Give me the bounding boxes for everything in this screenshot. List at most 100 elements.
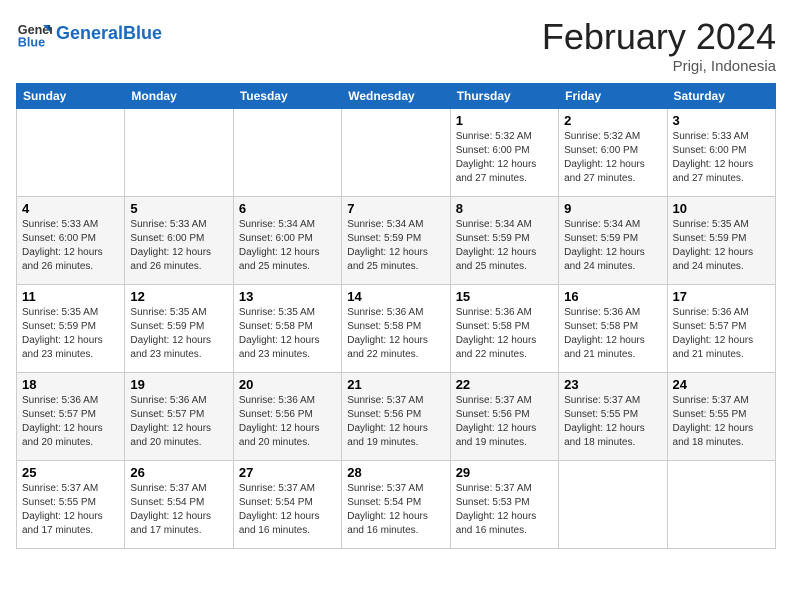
day-number: 10 <box>673 201 770 216</box>
calendar-table: SundayMondayTuesdayWednesdayThursdayFrid… <box>16 83 776 549</box>
calendar-cell: 29Sunrise: 5:37 AM Sunset: 5:53 PM Dayli… <box>450 461 558 549</box>
days-of-week-row: SundayMondayTuesdayWednesdayThursdayFrid… <box>17 84 776 109</box>
calendar-subtitle: Prigi, Indonesia <box>542 58 776 75</box>
calendar-cell: 11 Sunrise: 5:35 AM Sunset: 5:59 PM Dayli… <box>17 285 125 373</box>
day-number: 18 <box>22 377 119 392</box>
day-number: 21 <box>347 377 444 392</box>
calendar-cell: 3 Sunrise: 5:33 AM Sunset: 6:00 PM Daylig… <box>667 109 775 197</box>
day-info: Sunrise: 5:35 AM Sunset: 5:59 PM Dayligh… <box>673 218 770 274</box>
day-number: 7 <box>347 201 444 216</box>
day-number: 28 <box>347 465 444 480</box>
svg-text:Blue: Blue <box>18 36 45 50</box>
calendar-cell: 15 Sunrise: 5:36 AM Sunset: 5:58 PM Dayli… <box>450 285 558 373</box>
calendar-cell <box>17 109 125 197</box>
calendar-cell: 1Sunrise: 5:32 AM Sunset: 6:00 PM Daylig… <box>450 109 558 197</box>
calendar-cell: 10 Sunrise: 5:35 AM Sunset: 5:59 PM Dayli… <box>667 197 775 285</box>
calendar-cell <box>559 461 667 549</box>
day-info: Sunrise: 5:36 AM Sunset: 5:58 PM Dayligh… <box>347 306 444 362</box>
dow-header: Thursday <box>450 84 558 109</box>
calendar-week-row: 11 Sunrise: 5:35 AM Sunset: 5:59 PM Dayli… <box>17 285 776 373</box>
day-number: 26 <box>130 465 227 480</box>
day-info: Sunrise: 5:37 AM Sunset: 5:56 PM Dayligh… <box>347 394 444 450</box>
day-info: Sunrise: 5:34 AM Sunset: 5:59 PM Dayligh… <box>564 218 661 274</box>
day-info: Sunrise: 5:32 AM Sunset: 6:00 PM Dayligh… <box>456 130 553 186</box>
day-info: Sunrise: 5:36 AM Sunset: 5:57 PM Dayligh… <box>22 394 119 450</box>
calendar-cell: 6 Sunrise: 5:34 AM Sunset: 6:00 PM Daylig… <box>233 197 341 285</box>
calendar-week-row: 18 Sunrise: 5:36 AM Sunset: 5:57 PM Dayli… <box>17 373 776 461</box>
logo-text: GeneralBlue <box>56 24 162 44</box>
day-number: 19 <box>130 377 227 392</box>
day-number: 16 <box>564 289 661 304</box>
day-number: 14 <box>347 289 444 304</box>
day-info: Sunrise: 5:34 AM Sunset: 6:00 PM Dayligh… <box>239 218 336 274</box>
page-header: General Blue GeneralBlue February 2024 P… <box>16 16 776 75</box>
day-info: Sunrise: 5:32 AM Sunset: 6:00 PM Dayligh… <box>564 130 661 186</box>
calendar-cell: 18 Sunrise: 5:36 AM Sunset: 5:57 PM Dayli… <box>17 373 125 461</box>
day-info: Sunrise: 5:36 AM Sunset: 5:57 PM Dayligh… <box>130 394 227 450</box>
calendar-cell: 26 Sunrise: 5:37 AM Sunset: 5:54 PM Dayli… <box>125 461 233 549</box>
day-number: 11 <box>22 289 119 304</box>
day-info: Sunrise: 5:37 AM Sunset: 5:54 PM Dayligh… <box>130 482 227 538</box>
calendar-cell: 17 Sunrise: 5:36 AM Sunset: 5:57 PM Dayli… <box>667 285 775 373</box>
calendar-cell: 16Sunrise: 5:36 AM Sunset: 5:58 PM Dayli… <box>559 285 667 373</box>
day-number: 2 <box>564 113 661 128</box>
calendar-cell: 12Sunrise: 5:35 AM Sunset: 5:59 PM Dayli… <box>125 285 233 373</box>
calendar-cell <box>667 461 775 549</box>
day-info: Sunrise: 5:37 AM Sunset: 5:54 PM Dayligh… <box>347 482 444 538</box>
day-number: 13 <box>239 289 336 304</box>
calendar-cell: 21 Sunrise: 5:37 AM Sunset: 5:56 PM Dayli… <box>342 373 450 461</box>
calendar-cell: 7 Sunrise: 5:34 AM Sunset: 5:59 PM Daylig… <box>342 197 450 285</box>
day-info: Sunrise: 5:37 AM Sunset: 5:55 PM Dayligh… <box>564 394 661 450</box>
day-info: Sunrise: 5:33 AM Sunset: 6:00 PM Dayligh… <box>22 218 119 274</box>
day-info: Sunrise: 5:36 AM Sunset: 5:57 PM Dayligh… <box>673 306 770 362</box>
day-number: 6 <box>239 201 336 216</box>
day-number: 3 <box>673 113 770 128</box>
calendar-cell: 13Sunrise: 5:35 AM Sunset: 5:58 PM Dayli… <box>233 285 341 373</box>
day-info: Sunrise: 5:37 AM Sunset: 5:54 PM Dayligh… <box>239 482 336 538</box>
day-info: Sunrise: 5:34 AM Sunset: 5:59 PM Dayligh… <box>456 218 553 274</box>
day-number: 5 <box>130 201 227 216</box>
day-info: Sunrise: 5:37 AM Sunset: 5:56 PM Dayligh… <box>456 394 553 450</box>
calendar-cell: 23 Sunrise: 5:37 AM Sunset: 5:55 PM Dayli… <box>559 373 667 461</box>
day-number: 24 <box>673 377 770 392</box>
calendar-cell: 25Sunrise: 5:37 AM Sunset: 5:55 PM Dayli… <box>17 461 125 549</box>
day-number: 20 <box>239 377 336 392</box>
calendar-week-row: 25Sunrise: 5:37 AM Sunset: 5:55 PM Dayli… <box>17 461 776 549</box>
day-info: Sunrise: 5:36 AM Sunset: 5:56 PM Dayligh… <box>239 394 336 450</box>
logo-icon: General Blue <box>16 16 52 52</box>
calendar-cell: 24 Sunrise: 5:37 AM Sunset: 5:55 PM Dayli… <box>667 373 775 461</box>
calendar-cell <box>342 109 450 197</box>
day-number: 15 <box>456 289 553 304</box>
calendar-week-row: 4 Sunrise: 5:33 AM Sunset: 6:00 PM Daylig… <box>17 197 776 285</box>
day-number: 17 <box>673 289 770 304</box>
day-info: Sunrise: 5:35 AM Sunset: 5:59 PM Dayligh… <box>130 306 227 362</box>
calendar-cell: 9 Sunrise: 5:34 AM Sunset: 5:59 PM Daylig… <box>559 197 667 285</box>
calendar-cell: 8 Sunrise: 5:34 AM Sunset: 5:59 PM Daylig… <box>450 197 558 285</box>
day-info: Sunrise: 5:34 AM Sunset: 5:59 PM Dayligh… <box>347 218 444 274</box>
dow-header: Monday <box>125 84 233 109</box>
day-number: 4 <box>22 201 119 216</box>
day-info: Sunrise: 5:36 AM Sunset: 5:58 PM Dayligh… <box>456 306 553 362</box>
day-number: 23 <box>564 377 661 392</box>
logo: General Blue GeneralBlue <box>16 16 162 52</box>
day-info: Sunrise: 5:35 AM Sunset: 5:59 PM Dayligh… <box>22 306 119 362</box>
calendar-cell: 22 Sunrise: 5:37 AM Sunset: 5:56 PM Dayli… <box>450 373 558 461</box>
dow-header: Tuesday <box>233 84 341 109</box>
calendar-cell: 14 Sunrise: 5:36 AM Sunset: 5:58 PM Dayli… <box>342 285 450 373</box>
calendar-cell <box>233 109 341 197</box>
day-number: 29 <box>456 465 553 480</box>
day-info: Sunrise: 5:37 AM Sunset: 5:55 PM Dayligh… <box>673 394 770 450</box>
calendar-cell <box>125 109 233 197</box>
dow-header: Wednesday <box>342 84 450 109</box>
day-number: 25 <box>22 465 119 480</box>
calendar-cell: 20 Sunrise: 5:36 AM Sunset: 5:56 PM Dayli… <box>233 373 341 461</box>
calendar-week-row: 1Sunrise: 5:32 AM Sunset: 6:00 PM Daylig… <box>17 109 776 197</box>
calendar-cell: 28 Sunrise: 5:37 AM Sunset: 5:54 PM Dayli… <box>342 461 450 549</box>
day-info: Sunrise: 5:33 AM Sunset: 6:00 PM Dayligh… <box>130 218 227 274</box>
day-number: 8 <box>456 201 553 216</box>
day-number: 22 <box>456 377 553 392</box>
day-number: 9 <box>564 201 661 216</box>
day-info: Sunrise: 5:33 AM Sunset: 6:00 PM Dayligh… <box>673 130 770 186</box>
day-number: 27 <box>239 465 336 480</box>
calendar-cell: 4 Sunrise: 5:33 AM Sunset: 6:00 PM Daylig… <box>17 197 125 285</box>
